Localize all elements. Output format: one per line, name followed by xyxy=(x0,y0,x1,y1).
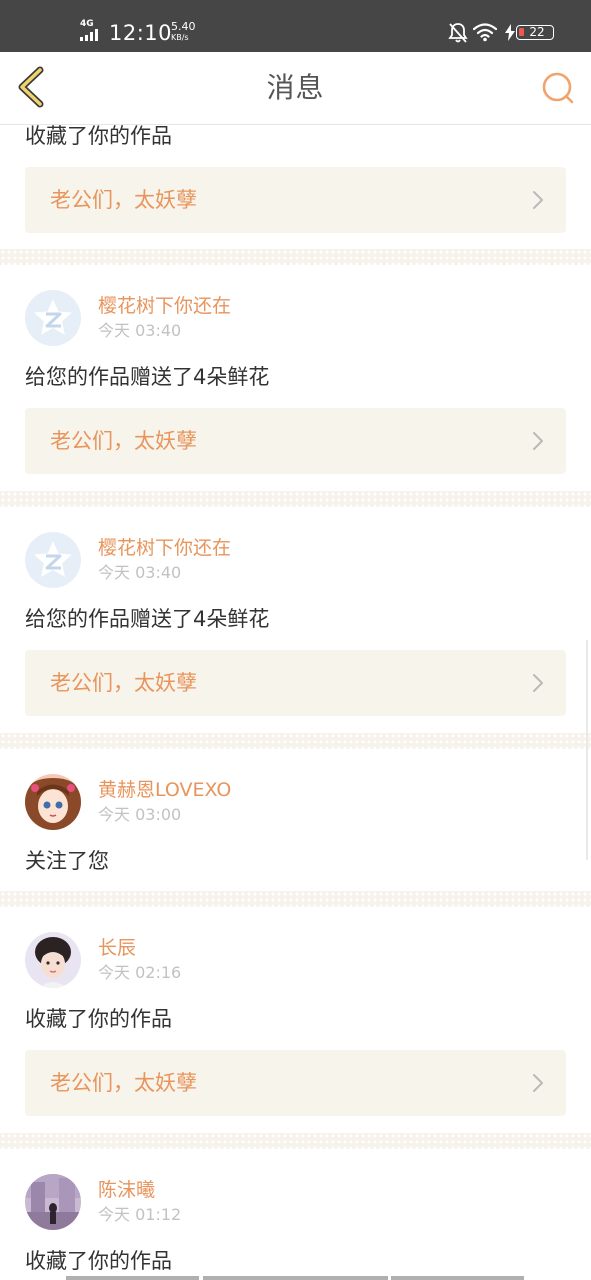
work-link[interactable]: 老公们，太妖孽 xyxy=(25,1050,566,1116)
clock: 12:10 xyxy=(109,21,173,45)
battery-level: 22 xyxy=(529,25,545,39)
chevron-right-icon xyxy=(533,191,543,209)
user-name[interactable]: 黄赫恩LOVEXO xyxy=(98,778,231,802)
message-action: 关注了您 xyxy=(25,849,109,873)
anime-girl-avatar[interactable] xyxy=(25,774,81,830)
gesture-bar-left xyxy=(66,1276,199,1280)
work-link[interactable]: 老公们，太妖孽 xyxy=(25,408,566,474)
user-row: 黄赫恩LOVEXO 今天 03:00 xyxy=(25,774,566,830)
message-time: 今天 01:12 xyxy=(98,1205,182,1224)
charging-icon xyxy=(505,24,515,41)
page-title: 消息 xyxy=(266,71,325,104)
message-action: 给您的作品赠送了4朵鲜花 xyxy=(25,607,270,631)
user-row: 樱花树下你还在 今天 03:40 xyxy=(25,290,566,346)
gesture-bar-center xyxy=(203,1276,388,1280)
gesture-bar-right xyxy=(391,1276,524,1280)
message-list[interactable]: 收藏了你的作品 老公们，太妖孽 樱花树下你还在 今天 03:40 给您的作品赠送… xyxy=(0,125,591,1280)
divider xyxy=(0,491,591,507)
network-type: 4G xyxy=(80,19,94,29)
chevron-right-icon xyxy=(533,1074,543,1092)
message-item: 收藏了你的作品 老公们，太妖孽 xyxy=(0,125,591,249)
work-title: 老公们，太妖孽 xyxy=(50,1071,197,1095)
message-item: 黄赫恩LOVEXO 今天 03:00 关注了您 xyxy=(0,749,591,891)
scrollbar[interactable] xyxy=(586,640,588,860)
work-title: 老公们，太妖孽 xyxy=(50,671,197,695)
message-time: 今天 02:16 xyxy=(98,963,182,982)
message-time: 今天 03:40 xyxy=(98,563,182,582)
default-avatar[interactable] xyxy=(25,290,81,346)
message-time: 今天 03:40 xyxy=(98,321,182,340)
message-item: 长辰 今天 02:16 收藏了你的作品 老公们，太妖孽 xyxy=(0,907,591,1133)
user-name[interactable]: 樱花树下你还在 xyxy=(98,294,231,318)
divider xyxy=(0,891,591,907)
battery-icon: 22 xyxy=(516,25,554,40)
status-bar: 4G 12:10 5.40 KB/s 22 xyxy=(0,0,591,52)
user-name[interactable]: 樱花树下你还在 xyxy=(98,536,231,560)
work-title: 老公们，太妖孽 xyxy=(50,188,197,212)
message-action: 收藏了你的作品 xyxy=(25,125,172,148)
divider xyxy=(0,1133,591,1149)
user-row: 樱花树下你还在 今天 03:40 xyxy=(25,532,566,588)
network-speed: 5.40 xyxy=(171,20,196,33)
work-link[interactable]: 老公们，太妖孽 xyxy=(25,650,566,716)
message-item: 陈沫曦 今天 01:12 收藏了你的作品 xyxy=(0,1149,591,1280)
user-row: 长辰 今天 02:16 xyxy=(25,932,566,988)
signal-icon xyxy=(80,29,104,41)
network-speed-unit: KB/s xyxy=(171,33,189,42)
user-row: 陈沫曦 今天 01:12 xyxy=(25,1174,566,1230)
work-link[interactable]: 老公们，太妖孽 xyxy=(25,167,566,233)
search-icon[interactable] xyxy=(540,70,576,106)
user-name[interactable]: 长辰 xyxy=(98,936,136,960)
user-name[interactable]: 陈沫曦 xyxy=(98,1178,155,1202)
message-action: 收藏了你的作品 xyxy=(25,1249,172,1273)
chevron-right-icon xyxy=(533,674,543,692)
message-item: 樱花树下你还在 今天 03:40 给您的作品赠送了4朵鲜花 老公们，太妖孽 xyxy=(0,507,591,733)
chevron-right-icon xyxy=(533,432,543,450)
work-title: 老公们，太妖孽 xyxy=(50,429,197,453)
divider xyxy=(0,249,591,265)
nav-bar: 消息 xyxy=(0,52,591,125)
girl-portrait-avatar[interactable] xyxy=(25,932,81,988)
bell-off-icon xyxy=(448,23,468,43)
message-action: 收藏了你的作品 xyxy=(25,1007,172,1031)
wifi-icon xyxy=(473,23,497,42)
message-time: 今天 03:00 xyxy=(98,805,182,824)
default-avatar[interactable] xyxy=(25,532,81,588)
message-action: 给您的作品赠送了4朵鲜花 xyxy=(25,365,270,389)
photo-avatar[interactable] xyxy=(25,1174,81,1230)
divider xyxy=(0,733,591,749)
message-item: 樱花树下你还在 今天 03:40 给您的作品赠送了4朵鲜花 老公们，太妖孽 xyxy=(0,265,591,491)
